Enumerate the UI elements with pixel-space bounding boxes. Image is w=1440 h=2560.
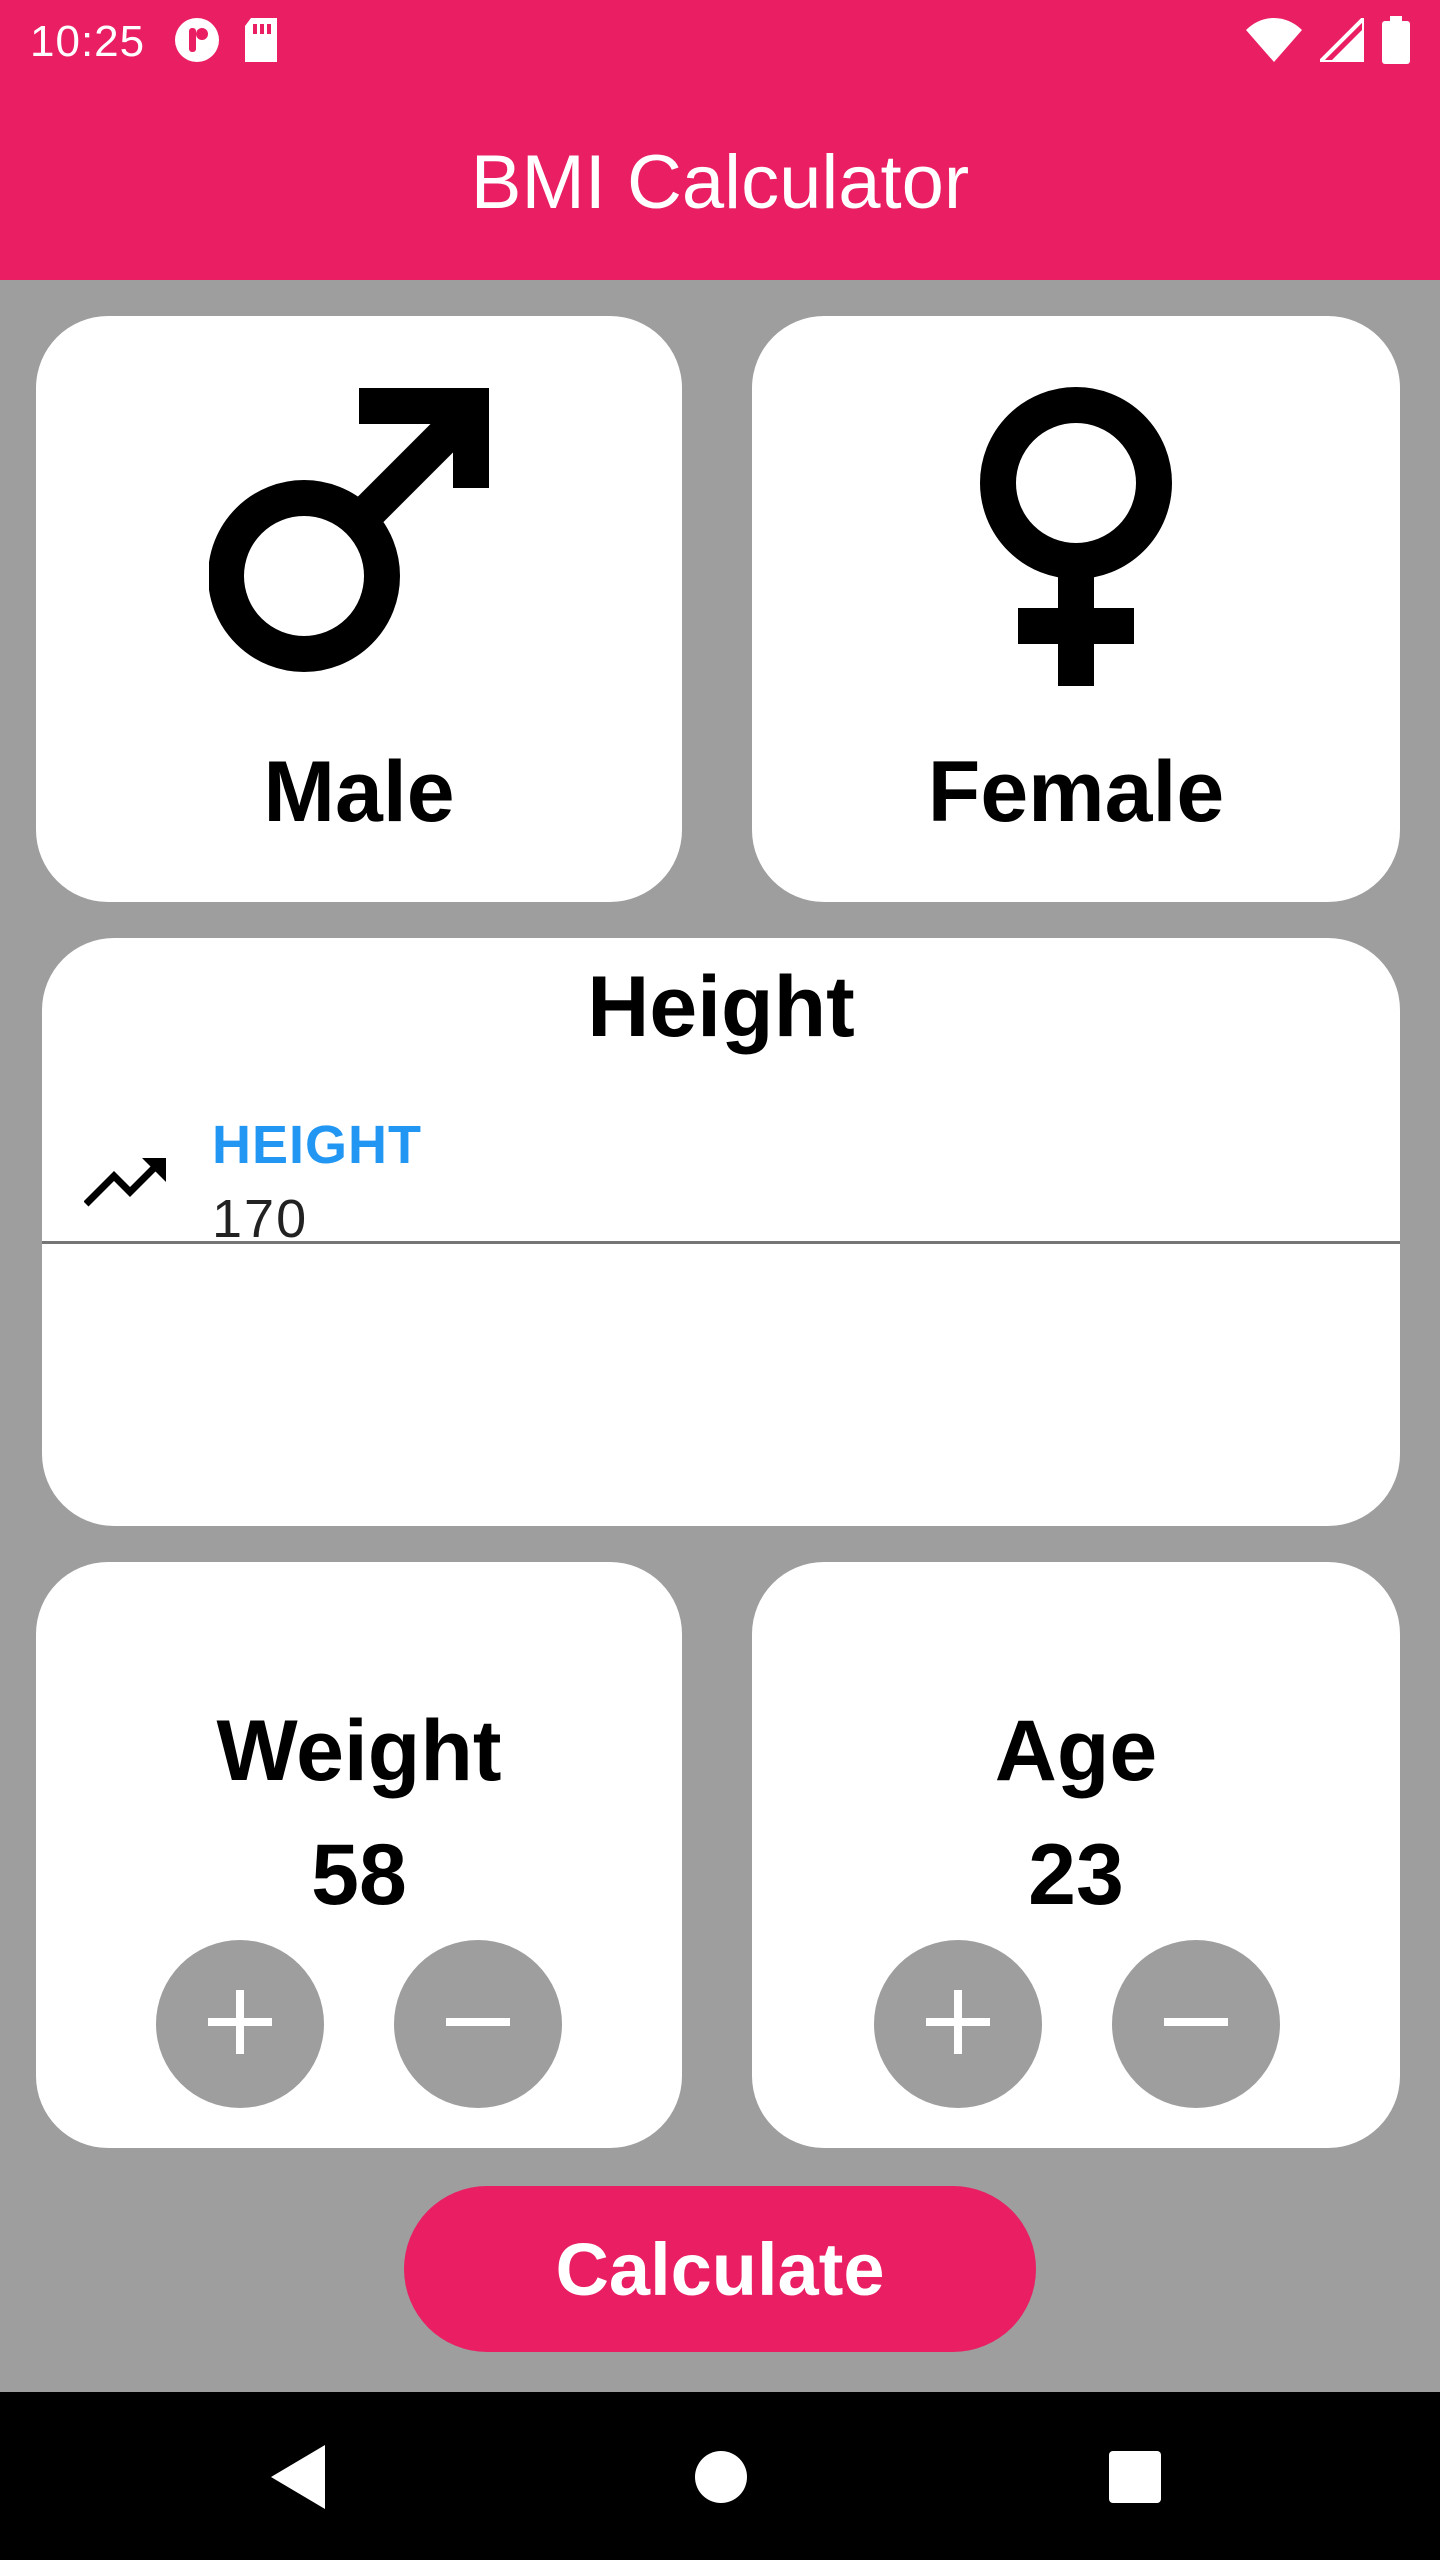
trending-up-icon <box>83 1154 168 1213</box>
recents-icon[interactable] <box>1100 2442 1170 2512</box>
wifi-icon <box>1246 17 1302 67</box>
notification-app-icon <box>173 16 221 69</box>
age-increment-button[interactable] <box>874 1940 1042 2108</box>
female-card[interactable]: Female <box>752 316 1400 902</box>
weight-decrement-button[interactable] <box>394 1940 562 2108</box>
app-title: BMI Calculator <box>470 139 970 225</box>
height-title: Height <box>587 959 855 1055</box>
plus-icon <box>208 1989 272 2059</box>
cell-signal-icon <box>1315 12 1366 67</box>
weight-increment-button[interactable] <box>156 1940 324 2108</box>
height-field-value: 170 <box>212 1189 309 1249</box>
minus-icon <box>446 1990 510 2059</box>
height-card: Height HEIGHT 170 <box>42 938 1400 1526</box>
back-icon[interactable] <box>266 2442 336 2512</box>
home-icon[interactable] <box>686 2442 756 2512</box>
weight-title: Weight <box>216 1703 502 1799</box>
age-decrement-button[interactable] <box>1112 1940 1280 2108</box>
age-title: Age <box>994 1703 1158 1799</box>
male-label: Male <box>263 744 455 840</box>
plus-icon <box>926 1989 990 2059</box>
app-bar: BMI Calculator <box>0 84 1440 280</box>
male-symbol-icon <box>208 386 509 691</box>
status-time: 10:25 <box>30 17 146 66</box>
battery-icon <box>1382 15 1410 69</box>
weight-card: Weight 58 <box>36 1562 682 2148</box>
weight-value: 58 <box>311 1827 407 1923</box>
status-bar: 10:25 <box>0 0 1440 84</box>
male-card[interactable]: Male <box>36 316 682 902</box>
height-field-label: HEIGHT <box>212 1115 423 1175</box>
sd-card-icon <box>241 16 281 69</box>
minus-icon <box>1164 1990 1228 2059</box>
height-input[interactable]: HEIGHT 170 <box>42 1115 1400 1249</box>
calculate-button[interactable]: Calculate <box>404 2186 1036 2352</box>
age-value: 23 <box>1028 1827 1124 1923</box>
female-label: Female <box>927 744 1225 840</box>
age-card: Age 23 <box>752 1562 1400 2148</box>
navigation-bar <box>0 2392 1440 2560</box>
female-symbol-icon <box>926 386 1226 691</box>
